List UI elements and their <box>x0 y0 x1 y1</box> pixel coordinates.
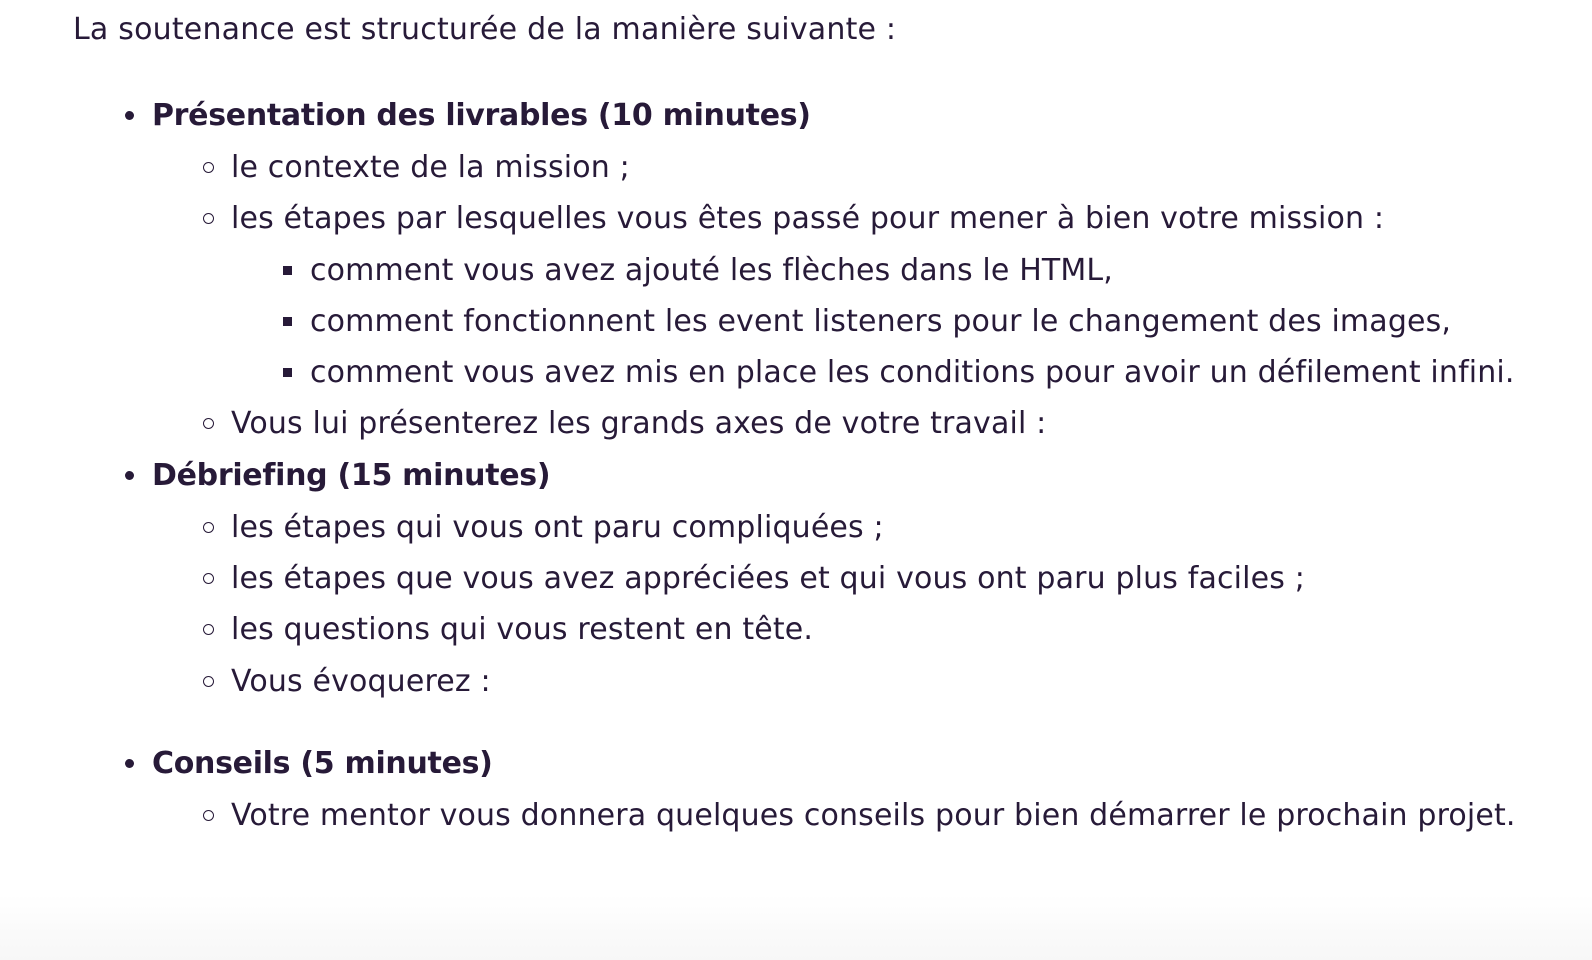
square-bullet-icon <box>283 265 292 275</box>
list-item: Vous évoquerez : <box>152 656 1573 707</box>
list-item-text: Vous lui présenterez les grands axes de … <box>231 406 1047 442</box>
list-item-text: le contexte de la mission ; <box>231 150 630 185</box>
section-title: Conseils (5 minutes) <box>152 745 493 781</box>
list-item: le contexte de la mission ; <box>152 142 1573 193</box>
nested-list-item-text: comment vous avez ajouté les flèches dan… <box>310 252 1113 288</box>
list-item-text: Votre mentor vous donnera quelques conse… <box>231 797 1516 833</box>
nested-list-item-text: comment fonctionnent les event listeners… <box>310 303 1452 339</box>
list-item-text: les étapes qui vous ont paru compliquées… <box>231 509 884 545</box>
square-bullet-icon <box>283 368 292 378</box>
section-item-debriefing: Débriefing (15 minutes) les étapes qui v… <box>73 450 1573 707</box>
section-item-presentation: Présentation des livrables (10 minutes) … <box>73 90 1573 450</box>
circle-bullet-icon <box>203 573 214 585</box>
square-bullet-icon <box>283 316 292 326</box>
section-title: Présentation des livrables (10 minutes) <box>152 98 811 133</box>
list-item: les étapes par lesquelles vous êtes pass… <box>152 193 1573 398</box>
nested-list-item: comment vous avez ajouté les flèches dan… <box>231 245 1573 296</box>
disc-bullet-icon <box>125 470 134 480</box>
list-item: les étapes qui vous ont paru compliquées… <box>152 502 1573 553</box>
disc-bullet-icon <box>125 111 134 120</box>
sub-list: Votre mentor vous donnera quelques conse… <box>152 790 1573 841</box>
document-content: La soutenance est structurée de la maniè… <box>73 0 1573 841</box>
circle-bullet-icon <box>203 521 214 533</box>
nested-sub-list: comment vous avez ajouté les flèches dan… <box>231 245 1573 399</box>
intro-paragraph: La soutenance est structurée de la maniè… <box>73 12 897 47</box>
list-item-text: Vous évoquerez : <box>231 663 491 699</box>
list-item: les étapes que vous avez appréciées et q… <box>152 553 1573 604</box>
disc-bullet-icon <box>125 758 134 768</box>
list-item-text: les questions qui vous restent en tête. <box>231 612 814 648</box>
circle-bullet-icon <box>203 624 214 636</box>
circle-bullet-icon <box>203 675 214 687</box>
circle-bullet-icon <box>203 213 214 225</box>
list-item: Votre mentor vous donnera quelques conse… <box>152 790 1573 841</box>
circle-bullet-icon <box>203 162 214 173</box>
circle-bullet-icon <box>203 809 214 821</box>
sub-list: les étapes qui vous ont paru compliquées… <box>152 502 1573 707</box>
section-list: Présentation des livrables (10 minutes) … <box>73 90 1573 841</box>
nested-list-item-text: comment vous avez mis en place les condi… <box>310 355 1515 391</box>
list-item-text: les étapes que vous avez appréciées et q… <box>231 561 1305 597</box>
list-item: Vous lui présenterez les grands axes de … <box>152 398 1573 449</box>
list-item: les questions qui vous restent en tête. <box>152 604 1573 655</box>
nested-list-item: comment vous avez mis en place les condi… <box>231 347 1573 398</box>
list-item-text: les étapes par lesquelles vous êtes pass… <box>231 201 1385 237</box>
nested-list-item: comment fonctionnent les event listeners… <box>231 296 1573 347</box>
section-item-conseils: Conseils (5 minutes) Votre mentor vous d… <box>73 738 1573 841</box>
circle-bullet-icon <box>203 418 214 430</box>
bottom-fade <box>0 894 1592 960</box>
sub-list: le contexte de la mission ; les étapes p… <box>152 142 1573 450</box>
section-title: Débriefing (15 minutes) <box>152 457 551 493</box>
